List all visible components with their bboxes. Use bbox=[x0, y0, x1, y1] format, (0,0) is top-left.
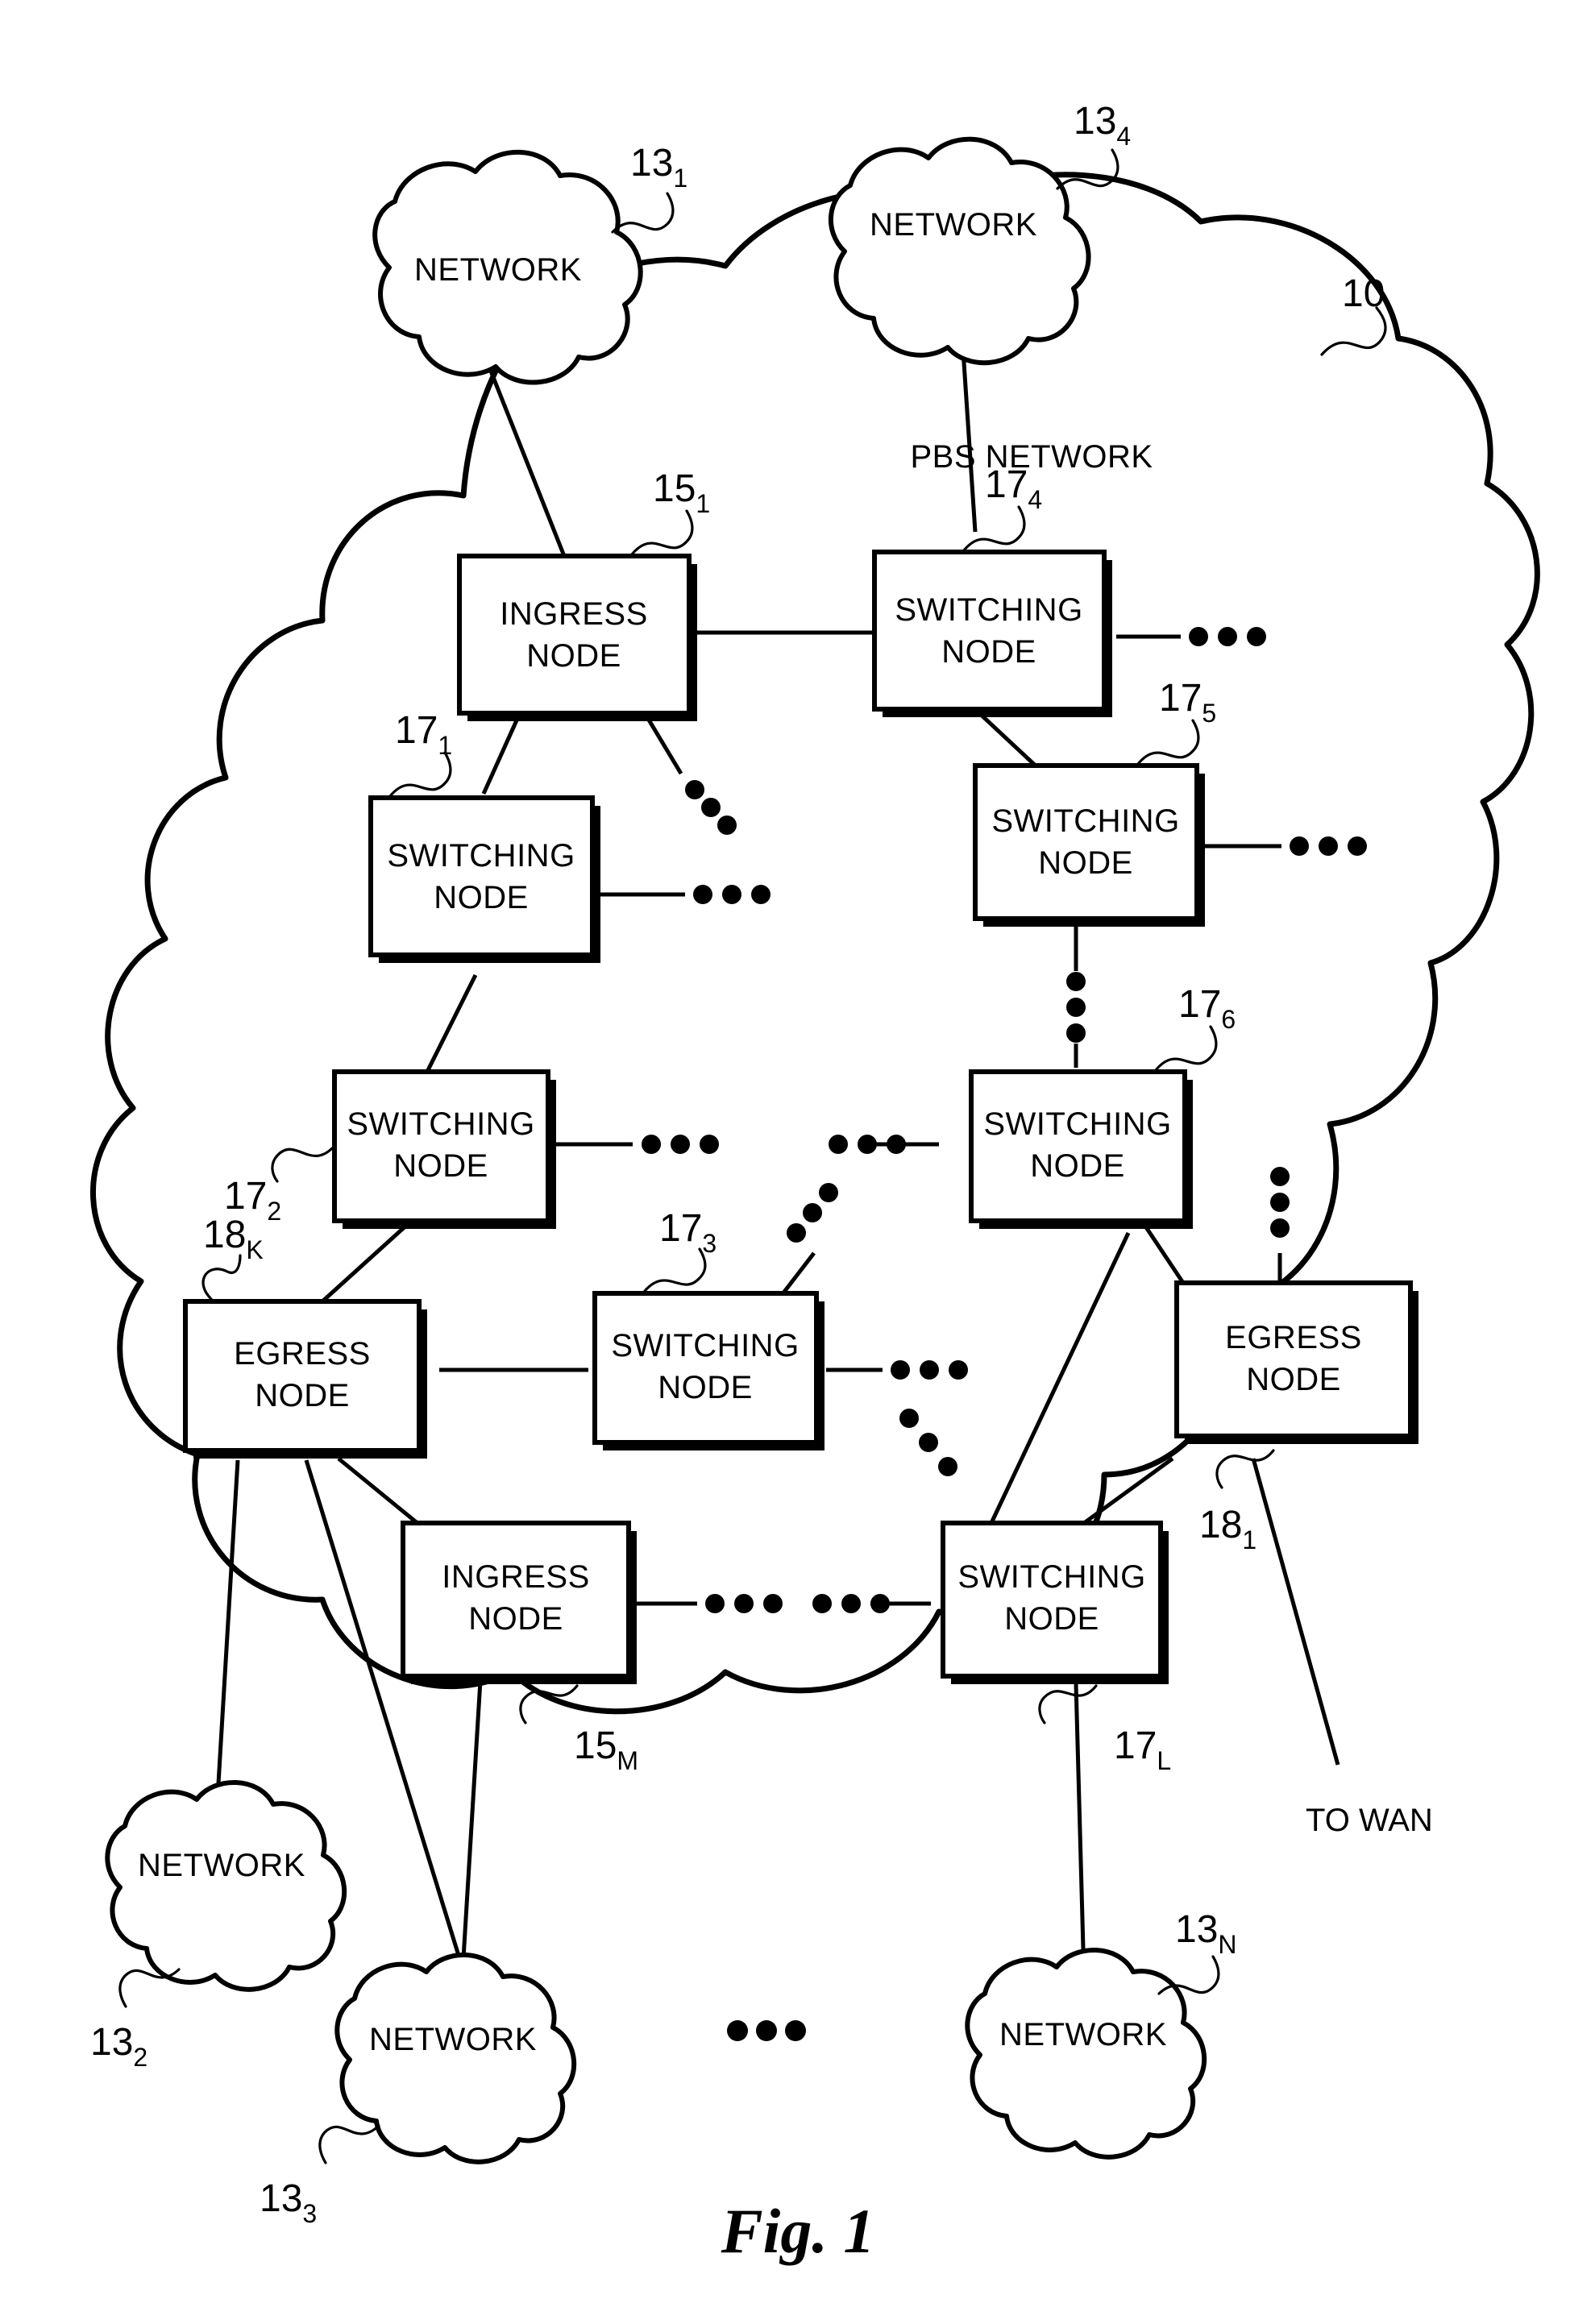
figure-canvas: PBS NETWORK 10 NETWORK 131 NETWORK 134 N… bbox=[90, 100, 1540, 2266]
link-egress181-to-wan bbox=[1251, 1458, 1340, 1766]
cloud-ref-number: 133 bbox=[260, 2177, 317, 2228]
cloud-label: NETWORK bbox=[369, 2022, 537, 2057]
ellipsis-switching175-east bbox=[1290, 836, 1367, 856]
node-label-line2: NODE bbox=[1004, 1601, 1099, 1637]
node-label-line1: INGRESS bbox=[500, 596, 648, 632]
ellipsis-switching174-east bbox=[1189, 627, 1266, 646]
node-label-line2: NODE bbox=[526, 638, 621, 674]
ellipsis-egress181-north bbox=[1270, 1167, 1290, 1238]
cloud-ref-number: 131 bbox=[630, 142, 687, 193]
node-label-line1: SWITCHING bbox=[957, 1559, 1145, 1595]
ellipsis-switching17l-west bbox=[812, 1594, 890, 1613]
node-switching-17-l[interactable]: SWITCHING NODE 17L bbox=[941, 1521, 1171, 1775]
cloud-ref-number: 132 bbox=[90, 2021, 147, 2072]
node-ref-leader bbox=[1215, 1449, 1275, 1489]
cloud-ref-leader bbox=[118, 1968, 181, 2008]
node-label-line2: NODE bbox=[468, 1601, 563, 1637]
cloud-ref-leader bbox=[1056, 148, 1119, 190]
node-label-line2: NODE bbox=[941, 634, 1036, 670]
ellipsis-switching172-east bbox=[642, 1135, 719, 1154]
node-ref-leader bbox=[1038, 1684, 1098, 1724]
pbs-network-label: PBS NETWORK bbox=[910, 439, 1153, 475]
node-label-line1: SWITCHING bbox=[387, 838, 575, 874]
node-label-line1: SWITCHING bbox=[983, 1106, 1171, 1142]
node-label-line2: NODE bbox=[434, 880, 529, 915]
network-cloud-13-3: NETWORK 133 bbox=[260, 1953, 577, 2228]
ellipsis-switching171-east bbox=[693, 885, 771, 904]
node-label-line2: NODE bbox=[1246, 1362, 1341, 1397]
network-cloud-13-2: NETWORK 132 bbox=[90, 1780, 347, 2072]
link-switching17l-net13n bbox=[1074, 1683, 1086, 1979]
node-ref-number: 181 bbox=[1199, 1504, 1256, 1554]
ellipsis-switching175-vertical bbox=[1066, 972, 1086, 1043]
cloud-shape bbox=[965, 1948, 1207, 2160]
node-label-line1: SWITCHING bbox=[611, 1328, 799, 1363]
node-label-line2: NODE bbox=[658, 1370, 753, 1405]
node-ingress-15-m[interactable]: INGRESS NODE 15M bbox=[401, 1521, 638, 1775]
cloud-label: NETWORK bbox=[870, 207, 1037, 243]
network-cloud-13-n: NETWORK 13N bbox=[965, 1908, 1237, 2160]
pbs-ref-number: 10 bbox=[1342, 272, 1385, 315]
patent-figure-page: PBS NETWORK 10 NETWORK 131 NETWORK 134 N… bbox=[0, 0, 1595, 2324]
cloud-ref-number: 13N bbox=[1175, 1908, 1237, 1959]
cloud-ref-leader bbox=[318, 2124, 380, 2164]
ellipsis-bottom-networks bbox=[727, 2020, 806, 2041]
to-wan-label: TO WAN bbox=[1306, 1803, 1433, 1838]
node-label-line1: EGRESS bbox=[1225, 1320, 1362, 1355]
figure-caption: Fig. 1 bbox=[721, 2196, 875, 2266]
node-label-line1: EGRESS bbox=[234, 1336, 371, 1372]
node-ref-number: 17L bbox=[1114, 1724, 1171, 1775]
cloud-ref-leader bbox=[611, 192, 675, 234]
cloud-ref-number: 134 bbox=[1074, 100, 1131, 151]
node-label-line1: SWITCHING bbox=[347, 1106, 534, 1142]
node-label-line2: NODE bbox=[1038, 845, 1133, 881]
ellipsis-switching176-west bbox=[829, 1135, 906, 1154]
cloud-label: NETWORK bbox=[138, 1848, 305, 1883]
cloud-shape bbox=[105, 1780, 347, 1992]
node-egress-18-1[interactable]: EGRESS NODE 181 bbox=[1174, 1280, 1418, 1554]
ellipsis-switching173-east bbox=[891, 1360, 968, 1380]
cloud-label: NETWORK bbox=[414, 252, 582, 288]
ellipsis-ingress15m-east bbox=[705, 1594, 783, 1613]
node-label-line2: NODE bbox=[393, 1148, 488, 1184]
node-label-line1: INGRESS bbox=[442, 1559, 590, 1595]
node-label-line1: SWITCHING bbox=[895, 592, 1082, 628]
node-label-line1: SWITCHING bbox=[991, 803, 1179, 839]
node-ref-number: 15M bbox=[574, 1724, 638, 1775]
cloud-label: NETWORK bbox=[999, 2017, 1167, 2052]
node-label-line2: NODE bbox=[1030, 1148, 1125, 1184]
node-label-line2: NODE bbox=[255, 1378, 350, 1413]
cloud-ref-leader bbox=[1157, 1955, 1220, 1995]
pbs-network-cloud-outline bbox=[90, 172, 1540, 1715]
